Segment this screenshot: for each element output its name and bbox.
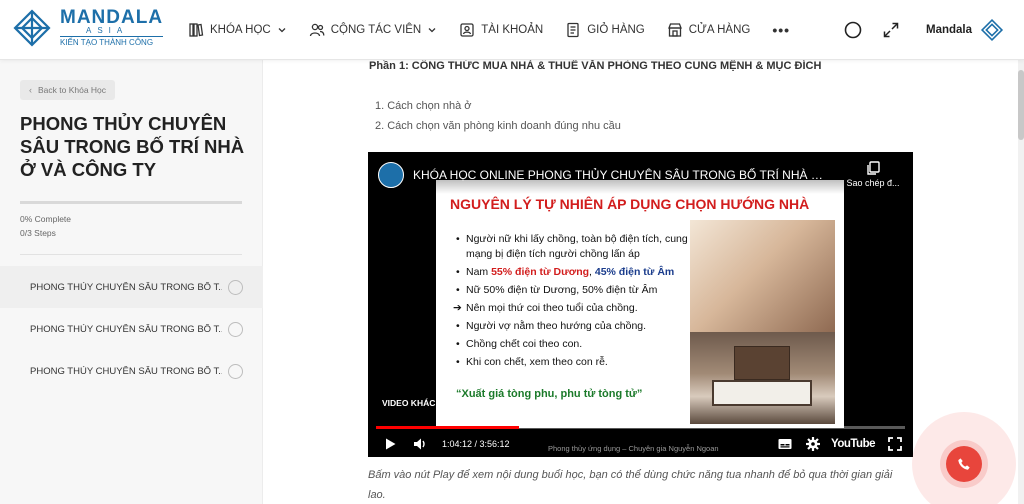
toc-item: 1. Cách chọn nhà ở xyxy=(375,100,472,112)
bedroom-headboard xyxy=(734,346,790,380)
cart-doc-icon xyxy=(567,22,579,38)
call-button[interactable] xyxy=(946,446,982,482)
progress-steps-label: 0/3 Steps xyxy=(20,228,56,238)
nav-more-button[interactable]: ••• xyxy=(772,22,790,38)
subtitles-icon[interactable] xyxy=(777,436,793,452)
brand-name: MANDALA xyxy=(60,7,164,28)
sidebar-divider xyxy=(20,254,242,255)
slide-bullet: Nên mọi thứ coi theo tuổi của chồng. xyxy=(453,301,696,316)
part-title: Phần 1: CÔNG THỨC MUA NHÀ & THUÊ VĂN PHÒ… xyxy=(369,60,822,72)
lesson-label: PHONG THỦY CHUYÊN SÂU TRONG BỐ T... xyxy=(30,365,222,377)
play-icon[interactable] xyxy=(382,436,398,452)
chevron-down-icon xyxy=(428,28,436,33)
nav-item-khoa-hoc[interactable]: KHÓA HỌC xyxy=(188,22,287,38)
copy-icon xyxy=(867,161,880,175)
volume-icon[interactable] xyxy=(412,436,428,452)
scrollbar-thumb[interactable] xyxy=(1018,70,1024,140)
nav-item-label: GIỎ HÀNG xyxy=(587,24,645,36)
lesson-item-3[interactable]: PHONG THỦY CHUYÊN SÂU TRONG BỐ T... xyxy=(0,350,263,392)
copy-link-label: Sao chép đ... xyxy=(846,178,900,188)
users-icon xyxy=(309,23,325,37)
lesson-label: PHONG THỦY CHUYÊN SÂU TRONG BỐ T... xyxy=(30,323,222,335)
video-top-bar: KHÓA HỌC ONLINE PHONG THỦY CHUYÊN SÂU TR… xyxy=(368,152,913,194)
channel-logo-icon[interactable] xyxy=(378,162,404,188)
chevron-down-icon xyxy=(278,28,286,33)
other-videos-label[interactable]: VIDEO KHÁC xyxy=(382,398,435,408)
nav-item-label: TÀI KHOẢN xyxy=(481,24,544,36)
lesson-status-circle-icon xyxy=(228,321,243,337)
toc-item: 2. Cách chọn văn phòng kinh doanh đúng n… xyxy=(375,120,621,132)
video-title[interactable]: KHÓA HỌC ONLINE PHONG THỦY CHUYÊN SÂU TR… xyxy=(413,168,823,182)
couple-photo xyxy=(690,220,835,332)
nav-item-label: KHÓA HỌC xyxy=(210,24,271,36)
slide-bullets: Người nữ khi lấy chồng, toàn bộ điện tíc… xyxy=(453,232,696,373)
lesson-toc: 1. Cách chọn nhà ở 2. Cách chọn văn phòn… xyxy=(375,96,621,136)
lesson-label: PHONG THỦY CHUYÊN SÂU TRONG BỐ T... xyxy=(30,281,222,293)
video-time: 1:04:12 / 3:56:12 xyxy=(442,438,510,449)
store-icon xyxy=(667,23,682,37)
nav-item-label: CỘNG TÁC VIÊN xyxy=(330,24,422,36)
user-avatar-icon[interactable] xyxy=(980,18,1004,42)
video-progress-fill xyxy=(376,426,519,429)
lesson-status-circle-icon xyxy=(228,363,243,379)
slide-bullet: Nữ 50% điện từ Dương, 50% điện từ Âm xyxy=(456,283,696,298)
user-name[interactable]: Mandala xyxy=(926,24,972,36)
lesson-item-2[interactable]: PHONG THỦY CHUYÊN SÂU TRONG BỐ T... xyxy=(0,308,263,350)
nav-item-gio-hang[interactable]: GIỎ HÀNG xyxy=(565,22,645,38)
video-slide: NGUYÊN LÝ TỰ NHIÊN ÁP DỤNG CHỌN HƯỚNG NH… xyxy=(436,180,844,428)
video-instruction-note: Bấm vào nút Play để xem nội dung buổi họ… xyxy=(368,469,893,501)
slide-quote: “Xuất giá tòng phu, phu tử tòng tử” xyxy=(456,388,643,400)
lesson-content: Phần 1: CÔNG THỨC MUA NHÀ & THUÊ VĂN PHÒ… xyxy=(263,60,1018,504)
expand-icon[interactable] xyxy=(882,21,900,39)
bedroom-photo xyxy=(690,332,835,424)
main-nav: KHÓA HỌC CỘNG TÁC VIÊN TÀI KHOẢN GIỎ HÀN… xyxy=(188,0,812,60)
chevron-left-icon: ‹ xyxy=(29,85,32,95)
course-sidebar: ‹ Back to Khóa Học PHONG THỦY CHUYÊN SÂU… xyxy=(0,60,263,504)
page-scrollbar[interactable] xyxy=(1018,60,1024,504)
settings-gear-icon[interactable] xyxy=(805,436,821,452)
video-controls-right: YouTube xyxy=(765,430,903,457)
fullscreen-icon[interactable] xyxy=(887,436,903,452)
slide-bullet: Khi con chết, xem theo con rễ. xyxy=(456,355,696,370)
brand-sub: ASIA xyxy=(86,26,129,35)
video-progress-bar[interactable] xyxy=(376,426,905,429)
video-controls: 1:04:12 / 3:56:12 YouTube xyxy=(368,430,913,457)
slide-bullet: Người nữ khi lấy chồng, toàn bộ điện tíc… xyxy=(456,232,696,262)
nav-item-cua-hang[interactable]: CỬA HÀNG xyxy=(667,22,751,38)
back-label: Back to Khóa Học xyxy=(38,85,107,95)
account-icon xyxy=(460,23,474,37)
youtube-video-player[interactable]: NGUYÊN LÝ TỰ NHIÊN ÁP DỤNG CHỌN HƯỚNG NH… xyxy=(368,152,913,457)
phone-icon xyxy=(958,458,970,470)
nav-item-tai-khoan[interactable]: TÀI KHOẢN xyxy=(459,22,543,38)
brand-logo[interactable]: MANDALA ASIA KIẾN TẠO THÀNH CÔNG xyxy=(12,7,164,48)
slide-bullet: Chồng chết coi theo con. xyxy=(456,337,696,352)
slide-title: NGUYÊN LÝ TỰ NHIÊN ÁP DỤNG CHỌN HƯỚNG NH… xyxy=(450,196,810,212)
nav-item-label: CỬA HÀNG xyxy=(688,24,751,36)
lesson-list: PHONG THỦY CHUYÊN SÂU TRONG BỐ T... PHON… xyxy=(0,266,263,392)
lesson-item-1[interactable]: PHONG THỦY CHUYÊN SÂU TRONG BỐ T... xyxy=(0,266,263,308)
header-right: Mandala xyxy=(844,0,1004,60)
mandala-logo-icon xyxy=(13,9,51,47)
youtube-logo[interactable]: YouTube xyxy=(831,438,875,450)
bedroom-bed xyxy=(712,380,812,406)
lesson-status-circle-icon xyxy=(228,279,243,295)
progress-percent-label: 0% Complete xyxy=(20,214,72,224)
dark-mode-icon[interactable] xyxy=(844,21,862,39)
brand-tagline: KIẾN TẠO THÀNH CÔNG xyxy=(60,36,164,48)
course-title: PHONG THỦY CHUYÊN SÂU TRONG BỐ TRÍ NHÀ Ở… xyxy=(20,113,245,180)
back-to-course-button[interactable]: ‹ Back to Khóa Học xyxy=(20,80,116,100)
nav-item-cong-tac-vien[interactable]: CỘNG TÁC VIÊN xyxy=(309,22,438,38)
site-header: MANDALA ASIA KIẾN TẠO THÀNH CÔNG KHÓA HỌ… xyxy=(0,0,1024,60)
slide-bullet: Người vợ nằm theo hướng của chồng. xyxy=(456,319,696,334)
copy-link-button[interactable]: Sao chép đ... xyxy=(838,160,908,188)
slide-bullet: Nam 55% điện từ Dương, 45% điện từ Âm xyxy=(456,265,696,280)
course-progress-bar xyxy=(20,201,242,204)
books-icon xyxy=(189,23,204,37)
